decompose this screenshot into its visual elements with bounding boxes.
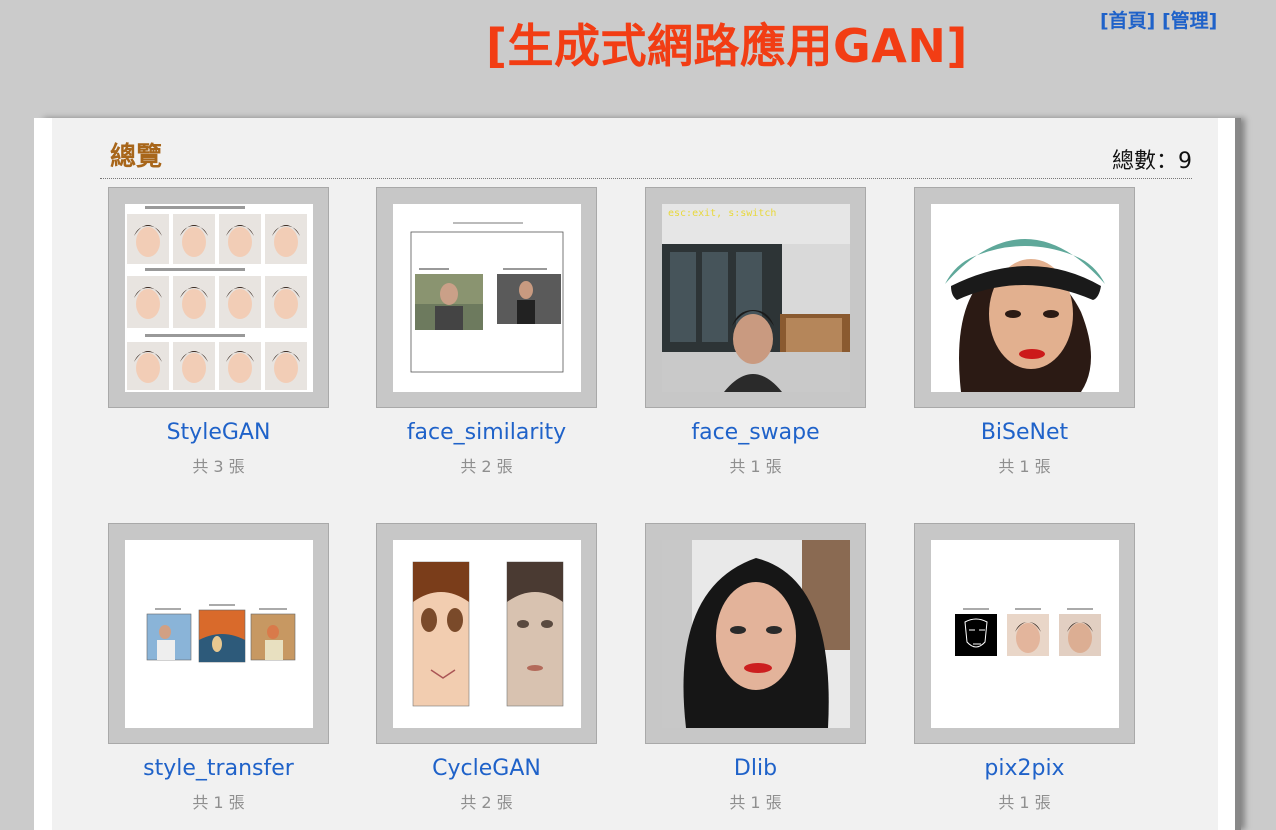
dlib-preview-image	[662, 540, 850, 728]
face-swape-preview-image: esc:exit, s:switch	[662, 204, 850, 392]
divider	[100, 178, 1192, 179]
face-swape-overlay-text: esc:exit, s:switch	[668, 208, 776, 219]
album-name[interactable]: face_swape	[645, 420, 866, 445]
album-photo-count: 共 2 張	[460, 793, 513, 812]
album-card-face-swape: esc:exit, s:switch face_swape 共 1 張	[645, 187, 866, 477]
total-count: 總數：9	[1112, 149, 1192, 174]
album-thumbnail-bisenet[interactable]	[914, 187, 1135, 408]
content-panel: 總覽 總數：9 StyleGAN 共 3 張 face_similarity 共…	[34, 118, 1235, 830]
album-photo-count: 共 2 張	[460, 457, 513, 476]
album-thumbnail-stylegan[interactable]	[108, 187, 329, 408]
album-name[interactable]: face_similarity	[376, 420, 597, 445]
album-thumbnail-pix2pix[interactable]	[914, 523, 1135, 744]
album-card-style-transfer: style_transfer 共 1 張	[108, 523, 329, 813]
album-thumbnail-style-transfer[interactable]	[108, 523, 329, 744]
style-transfer-preview-image	[125, 540, 313, 728]
album-name[interactable]: CycleGAN	[376, 756, 597, 781]
album-photo-count: 共 1 張	[729, 793, 782, 812]
face-similarity-preview-image	[393, 204, 581, 392]
overview-title: 總覽	[110, 142, 163, 172]
pix2pix-preview-image	[931, 540, 1119, 728]
album-photo-count: 共 1 張	[192, 793, 245, 812]
album-card-stylegan: StyleGAN 共 3 張	[108, 187, 329, 477]
album-overview: 總覽 總數：9 StyleGAN 共 3 張 face_similarity 共…	[52, 118, 1218, 830]
album-thumbnail-face-swape[interactable]: esc:exit, s:switch	[645, 187, 866, 408]
manage-link[interactable]: [管理]	[1162, 10, 1217, 32]
cyclegan-preview-image	[393, 540, 581, 728]
album-photo-count: 共 3 張	[192, 457, 245, 476]
album-name[interactable]: BiSeNet	[914, 420, 1135, 445]
album-card-bisenet: BiSeNet 共 1 張	[914, 187, 1135, 477]
album-thumbnail-dlib[interactable]	[645, 523, 866, 744]
album-name[interactable]: Dlib	[645, 756, 866, 781]
album-card-cyclegan: CycleGAN 共 2 張	[376, 523, 597, 813]
album-photo-count: 共 1 張	[998, 793, 1051, 812]
stylegan-preview-image	[125, 204, 313, 392]
top-nav: [首頁] [管理]	[1100, 6, 1217, 33]
album-thumbnail-cyclegan[interactable]	[376, 523, 597, 744]
album-card-dlib: Dlib 共 1 張	[645, 523, 866, 813]
album-card-pix2pix: pix2pix 共 1 張	[914, 523, 1135, 813]
home-link[interactable]: [首頁]	[1100, 10, 1155, 32]
album-photo-count: 共 1 張	[729, 457, 782, 476]
album-name[interactable]: style_transfer	[108, 756, 329, 781]
album-name[interactable]: pix2pix	[914, 756, 1135, 781]
album-name[interactable]: StyleGAN	[108, 420, 329, 445]
album-photo-count: 共 1 張	[998, 457, 1051, 476]
album-thumbnail-face-similarity[interactable]	[376, 187, 597, 408]
bisenet-preview-image	[931, 204, 1119, 392]
site-title: [生成式網路應用GAN]	[486, 19, 968, 73]
album-card-face-similarity: face_similarity 共 2 張	[376, 187, 597, 477]
